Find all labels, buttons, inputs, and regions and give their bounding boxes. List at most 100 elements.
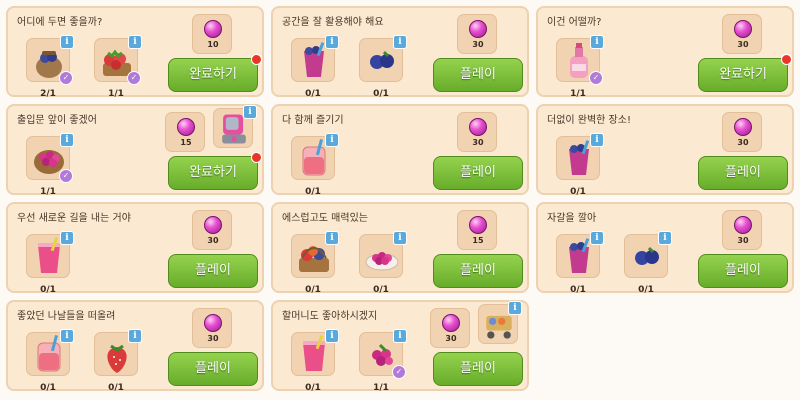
gem-icon bbox=[469, 20, 487, 38]
quest-title: 우선 새로운 길을 내는 거야 bbox=[17, 213, 131, 224]
info-icon[interactable]: i bbox=[658, 231, 672, 245]
button-label: 플레이 bbox=[460, 361, 496, 376]
bonus-reward-box[interactable]: i bbox=[213, 105, 257, 148]
quest-item[interactable]: i bbox=[291, 133, 339, 180]
quest-item[interactable]: i bbox=[624, 231, 672, 278]
quest-title: 할머니도 좋아하시겠지 bbox=[282, 311, 378, 322]
quest-item[interactable]: i bbox=[26, 329, 74, 376]
reward-value: 30 bbox=[472, 40, 484, 49]
item-count: 1/1 bbox=[40, 187, 56, 197]
info-icon[interactable]: i bbox=[60, 133, 74, 147]
reward-box: 10 bbox=[192, 14, 232, 54]
info-icon[interactable]: i bbox=[128, 35, 142, 49]
play-button[interactable]: 플레이 bbox=[168, 352, 258, 386]
button-label: 플레이 bbox=[460, 263, 496, 278]
gem-icon bbox=[442, 314, 460, 332]
quest-item[interactable]: i ✓ bbox=[26, 133, 74, 183]
item-count: 0/1 bbox=[40, 383, 56, 393]
gem-icon bbox=[734, 216, 752, 234]
quest-title: 이건 어떨까? bbox=[547, 17, 602, 28]
gem-icon bbox=[469, 118, 487, 136]
play-button[interactable]: 플레이 bbox=[698, 156, 788, 190]
quest-item[interactable]: i bbox=[359, 231, 407, 278]
bonus-reward-box[interactable]: i bbox=[478, 301, 522, 344]
play-button[interactable]: 플레이 bbox=[698, 254, 788, 288]
item-count: 1/1 bbox=[373, 383, 389, 393]
quest-item[interactable]: i bbox=[291, 231, 339, 278]
reward-box: 30 bbox=[430, 308, 470, 348]
quest-item[interactable]: i bbox=[556, 133, 604, 180]
quest-item[interactable]: i bbox=[26, 231, 74, 278]
quest-title: 출입문 앞이 좋겠어 bbox=[17, 115, 97, 126]
complete-button[interactable]: 완료하기 bbox=[168, 54, 262, 92]
play-button[interactable]: 플레이 bbox=[433, 58, 523, 92]
play-button[interactable]: 플레이 bbox=[433, 254, 523, 288]
quest-item[interactable]: i bbox=[556, 231, 604, 278]
complete-button[interactable]: 완료하기 bbox=[698, 54, 792, 92]
quest-card: 이건 어떨까? i ✓ 1/1 30 완료하기 bbox=[536, 6, 794, 99]
gem-icon bbox=[177, 118, 195, 136]
play-button[interactable]: 플레이 bbox=[433, 352, 523, 386]
button-label: 완료하기 bbox=[719, 67, 767, 82]
play-button[interactable]: 플레이 bbox=[433, 156, 523, 190]
quest-item[interactable]: i ✓ bbox=[94, 35, 142, 85]
gem-icon bbox=[204, 216, 222, 234]
item-count: 1/1 bbox=[570, 89, 586, 99]
gem-icon bbox=[204, 20, 222, 38]
quest-item[interactable]: i bbox=[94, 329, 142, 376]
info-icon[interactable]: i bbox=[393, 35, 407, 49]
item-count: 0/1 bbox=[373, 89, 389, 99]
reward-box: 30 bbox=[722, 14, 762, 54]
info-icon[interactable]: i bbox=[590, 133, 604, 147]
reward-value: 30 bbox=[737, 138, 749, 147]
button-label: 플레이 bbox=[460, 165, 496, 180]
info-icon[interactable]: i bbox=[325, 231, 339, 245]
reward-value: 30 bbox=[207, 236, 219, 245]
quest-title: 더없이 완벽한 장소! bbox=[547, 115, 631, 126]
item-count: 0/1 bbox=[305, 187, 321, 197]
reward-value: 30 bbox=[737, 236, 749, 245]
item-count: 0/1 bbox=[638, 285, 654, 295]
quest-card: 우선 새로운 길을 내는 거야 i 0/1 30 플레이 bbox=[6, 202, 264, 295]
alert-dot bbox=[251, 54, 262, 65]
info-icon[interactable]: i bbox=[325, 329, 339, 343]
quest-card: 어디에 두면 좋을까? i ✓ 2/1 i ✓ 1/1 10 완료하기 bbox=[6, 6, 264, 99]
item-count: 0/1 bbox=[570, 285, 586, 295]
info-icon[interactable]: i bbox=[590, 35, 604, 49]
item-count: 0/1 bbox=[40, 285, 56, 295]
info-icon[interactable]: i bbox=[60, 35, 74, 49]
reward-value: 15 bbox=[472, 236, 484, 245]
info-icon[interactable]: i bbox=[325, 133, 339, 147]
quest-title: 다 함께 즐기기 bbox=[282, 115, 344, 126]
button-label: 플레이 bbox=[725, 165, 761, 180]
info-icon[interactable]: i bbox=[60, 329, 74, 343]
reward-box: 30 bbox=[192, 308, 232, 348]
reward-value: 30 bbox=[737, 40, 749, 49]
complete-button[interactable]: 완료하기 bbox=[168, 152, 262, 190]
info-icon[interactable]: i bbox=[128, 329, 142, 343]
info-icon[interactable]: i bbox=[325, 35, 339, 49]
info-icon[interactable]: i bbox=[393, 231, 407, 245]
button-label: 플레이 bbox=[195, 263, 231, 278]
check-icon: ✓ bbox=[127, 71, 141, 85]
quest-item[interactable]: i bbox=[291, 329, 339, 376]
quest-card: 공간을 잘 활용해야 해요 i 0/1 i 0/1 30 플레이 bbox=[271, 6, 529, 99]
info-icon[interactable]: i bbox=[243, 105, 257, 119]
quest-item[interactable]: i ✓ bbox=[26, 35, 74, 85]
gem-icon bbox=[204, 314, 222, 332]
quest-card: 다 함께 즐기기 i 0/1 30 플레이 bbox=[271, 104, 529, 197]
button-label: 플레이 bbox=[725, 263, 761, 278]
gem-icon bbox=[469, 216, 487, 234]
quest-item[interactable]: i bbox=[359, 35, 407, 82]
play-button[interactable]: 플레이 bbox=[168, 254, 258, 288]
quest-card: 더없이 완벽한 장소! i 0/1 30 플레이 bbox=[536, 104, 794, 197]
info-icon[interactable]: i bbox=[60, 231, 74, 245]
quest-card: 좋았던 나날들을 떠올려 i 0/1 i 0/1 30 플레이 bbox=[6, 300, 264, 393]
quest-item[interactable]: i ✓ bbox=[359, 329, 407, 379]
quest-item[interactable]: i bbox=[291, 35, 339, 82]
button-label: 완료하기 bbox=[189, 165, 237, 180]
info-icon[interactable]: i bbox=[393, 329, 407, 343]
info-icon[interactable]: i bbox=[508, 301, 522, 315]
quest-item[interactable]: i ✓ bbox=[556, 35, 604, 85]
info-icon[interactable]: i bbox=[590, 231, 604, 245]
